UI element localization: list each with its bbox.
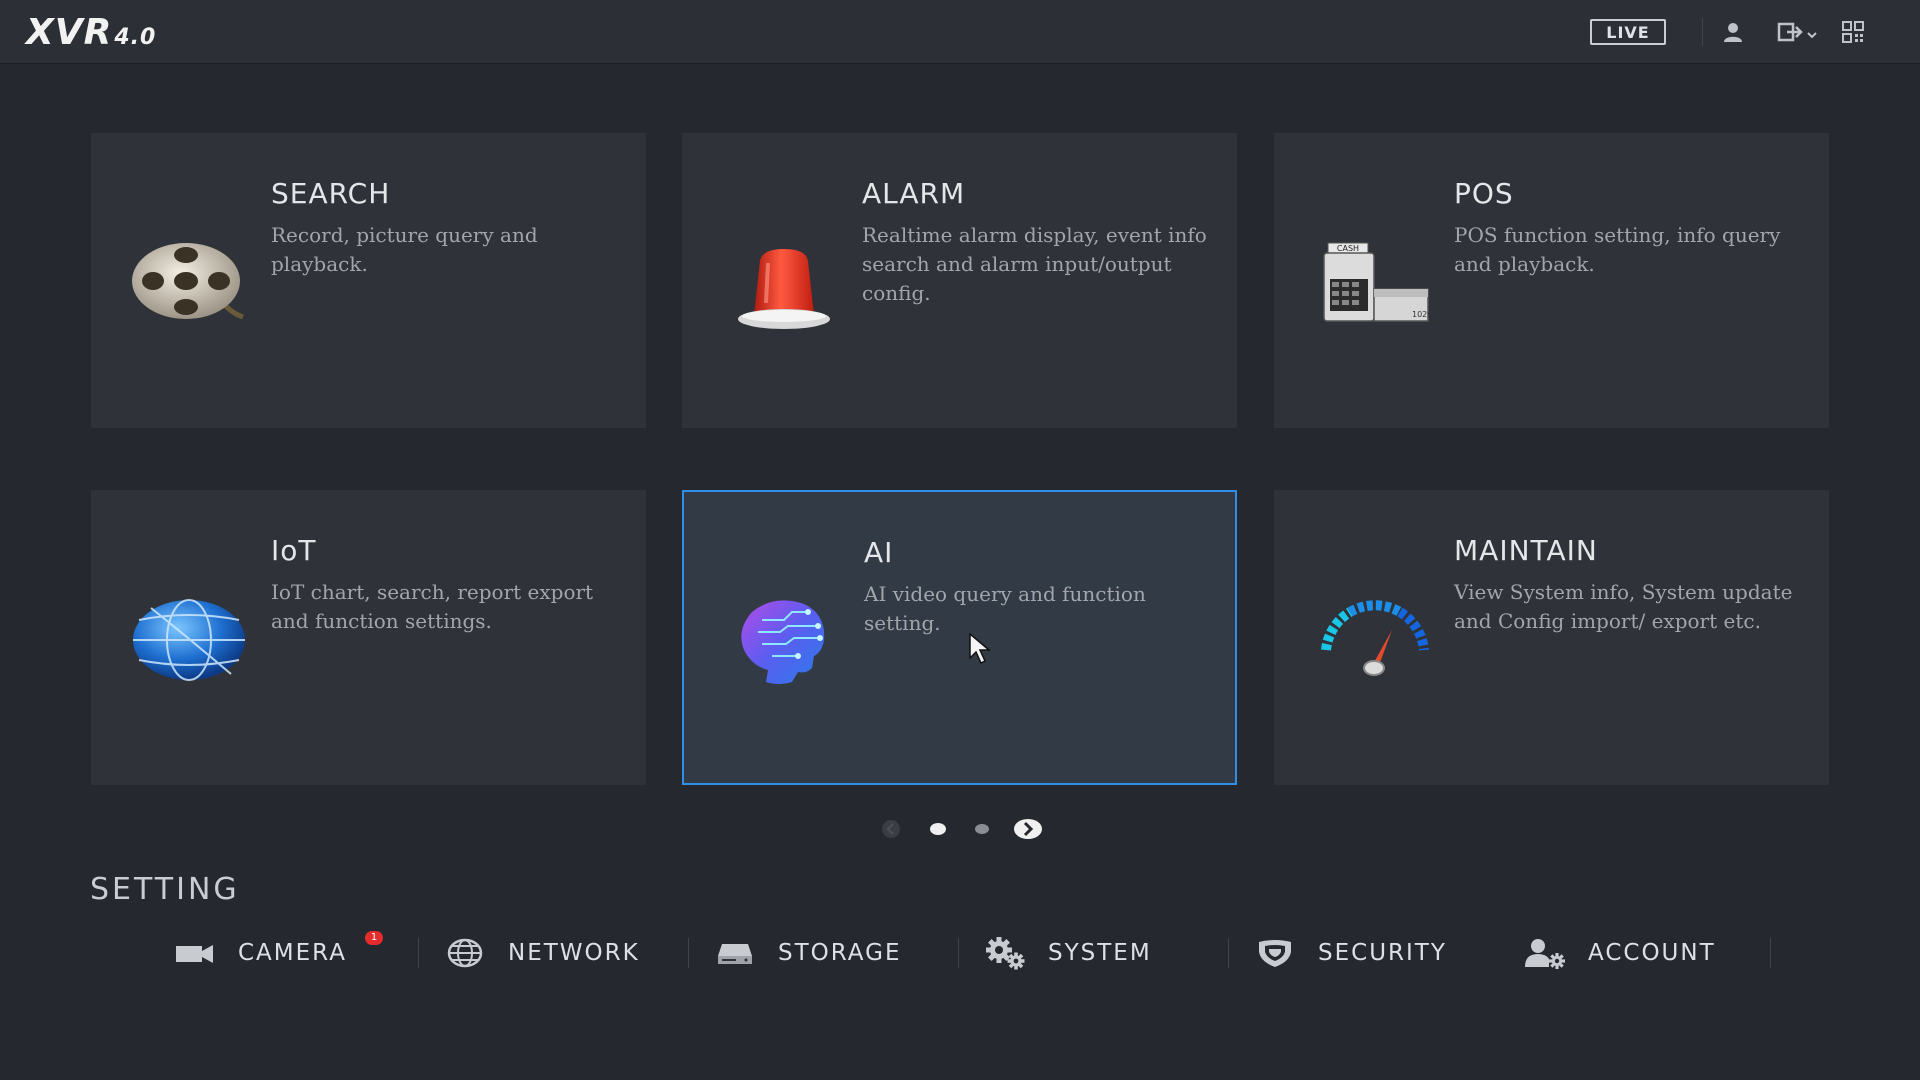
top-bar: XVR4.0 LIVE <box>0 0 1920 64</box>
card-title: SEARCH <box>271 177 391 210</box>
setting-bar: CAMERA 1 NETWORK STORAGE SYSTEM SECURITY… <box>0 930 1920 976</box>
setting-label: ACCOUNT <box>1588 940 1716 966</box>
shield-icon <box>1252 933 1298 973</box>
card-description: View System info, System update and Conf… <box>1454 580 1793 633</box>
card-title: MAINTAIN <box>1454 534 1598 567</box>
logout-icon[interactable] <box>1776 18 1820 46</box>
setting-label: SYSTEM <box>1048 940 1152 966</box>
page-dot-2[interactable] <box>975 824 989 834</box>
setting-divider <box>1228 938 1229 968</box>
ai-head-icon <box>722 590 842 690</box>
card-title: POS <box>1454 177 1514 210</box>
setting-camera[interactable]: CAMERA <box>172 930 347 976</box>
card-title: AI <box>864 536 894 569</box>
film-reel-icon <box>131 233 251 333</box>
cash-register-icon: CASH 1029 <box>1314 233 1434 333</box>
card-description: POS function setting, info query and pla… <box>1454 223 1781 276</box>
page-dot-1[interactable] <box>930 823 946 835</box>
live-button[interactable]: LIVE <box>1590 19 1666 45</box>
setting-account[interactable]: ACCOUNT <box>1522 930 1716 976</box>
toolbar-divider <box>1702 18 1703 46</box>
card-iot[interactable]: IoT IoT chart, search, report export and… <box>91 490 646 785</box>
app-logo: XVR4.0 <box>26 12 156 53</box>
setting-label: STORAGE <box>778 940 902 966</box>
card-alarm[interactable]: ALARM Realtime alarm display, event info… <box>682 133 1237 428</box>
setting-security[interactable]: SECURITY <box>1252 930 1447 976</box>
camera-icon <box>172 933 218 973</box>
prev-page-icon[interactable] <box>880 819 902 839</box>
card-ai[interactable]: AI AI video query and function setting. <box>682 490 1237 785</box>
logo-text: XVR <box>26 12 113 53</box>
setting-storage[interactable]: STORAGE <box>712 930 902 976</box>
storage-drive-icon <box>712 933 758 973</box>
card-maintain[interactable]: MAINTAIN View System info, System update… <box>1274 490 1829 785</box>
card-title: IoT <box>271 534 317 567</box>
alarm-light-icon <box>722 233 842 333</box>
card-title: ALARM <box>862 177 966 210</box>
setting-divider <box>958 938 959 968</box>
setting-system[interactable]: SYSTEM <box>982 930 1152 976</box>
card-search[interactable]: SEARCH Record, picture query and playbac… <box>91 133 646 428</box>
account-gear-icon <box>1522 933 1568 973</box>
card-pos[interactable]: CASH 1029 POS POS function setting, info… <box>1274 133 1829 428</box>
setting-divider <box>688 938 689 968</box>
logo-version: 4.0 <box>114 25 157 50</box>
setting-label: NETWORK <box>508 940 640 966</box>
svg-text:CASH: CASH <box>1337 244 1359 253</box>
gears-icon <box>982 933 1028 973</box>
mouse-pointer-icon <box>969 632 992 665</box>
next-page-icon[interactable] <box>1013 818 1043 840</box>
setting-divider <box>418 938 419 968</box>
setting-network[interactable]: NETWORK <box>442 930 640 976</box>
user-icon[interactable] <box>1718 18 1748 46</box>
qrcode-icon[interactable] <box>1838 18 1868 46</box>
setting-label: CAMERA <box>238 940 347 966</box>
card-description: AI video query and function setting. <box>864 582 1146 635</box>
svg-text:1029: 1029 <box>1412 310 1432 319</box>
page-indicator <box>0 817 1920 841</box>
card-description: IoT chart, search, report export and fun… <box>271 580 594 633</box>
setting-section-title: SETTING <box>90 872 240 907</box>
setting-divider <box>1770 938 1771 968</box>
setting-label: SECURITY <box>1318 940 1447 966</box>
network-globe-icon <box>442 933 488 973</box>
globe-icon <box>131 590 251 690</box>
gauge-icon <box>1314 590 1434 690</box>
card-description: Record, picture query and playback. <box>271 223 538 276</box>
notification-badge: 1 <box>365 931 383 945</box>
card-description: Realtime alarm display, event info searc… <box>862 223 1207 305</box>
